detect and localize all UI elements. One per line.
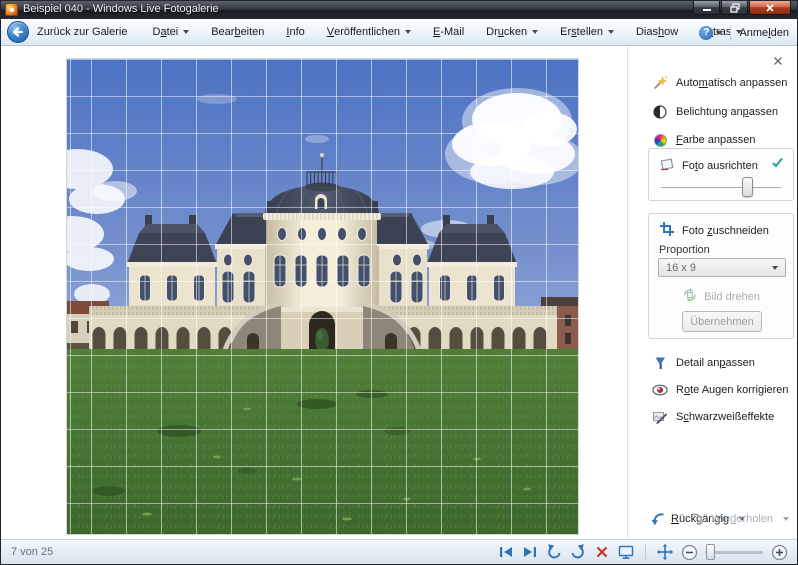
menu-erstellen[interactable]: Erstellen (549, 22, 625, 42)
rotate-counterclockwise-button[interactable] (544, 542, 564, 562)
next-icon (521, 543, 539, 561)
titlebar: Beispiel 040 - Windows Live Fotogalerie (1, 1, 797, 19)
straighten-icon (659, 156, 675, 175)
menu-datei[interactable]: Datei (141, 22, 200, 42)
zoom-in-button[interactable] (769, 542, 789, 562)
straighten-slider[interactable] (661, 187, 781, 188)
close-icon (773, 56, 783, 66)
back-button[interactable] (7, 21, 29, 43)
dropdown-caret-icon (183, 30, 189, 34)
straighten-slider-handle[interactable] (742, 177, 753, 197)
red-eye-icon (652, 382, 668, 398)
help-icon[interactable]: ? (699, 26, 713, 40)
zoom-in-icon (771, 544, 788, 561)
minimize-button[interactable] (693, 1, 720, 15)
rotate-cw-icon (569, 543, 587, 561)
divider (645, 544, 646, 560)
dropdown-caret-icon (532, 30, 538, 34)
rotate-ccw-icon (545, 543, 563, 561)
minimize-icon (702, 3, 712, 13)
fix-red-eye-button[interactable]: Rote Augen korrigieren (652, 381, 789, 399)
menu-info[interactable]: Info (275, 22, 315, 42)
redo-button[interactable]: Wiederholen (690, 511, 789, 527)
crop-photo-section: Foto zuschneiden Proportion 16 x 9 Bild … (648, 213, 794, 339)
proportion-value: 16 x 9 (666, 262, 696, 274)
previous-icon (497, 543, 515, 561)
rotate-frame-button[interactable]: Bild drehen (649, 287, 793, 306)
panel-close-button[interactable] (773, 56, 783, 66)
slideshow-icon (617, 543, 635, 561)
divider (730, 25, 731, 41)
next-photo-button[interactable] (520, 542, 540, 562)
previous-photo-button[interactable] (496, 542, 516, 562)
menu-email[interactable]: E-Mail (422, 22, 475, 42)
back-to-gallery-label[interactable]: Zurück zur Galerie (37, 26, 127, 38)
straighten-photo-section: Foto ausrichten (648, 148, 794, 201)
contrast-icon (652, 104, 668, 120)
photo-canvas[interactable] (67, 59, 578, 534)
select-caret-icon (772, 266, 778, 270)
window-title: Beispiel 040 - Windows Live Fotogalerie (23, 3, 219, 15)
auto-adjust-button[interactable]: Automatisch anpassen (652, 74, 787, 92)
magic-wand-icon (652, 75, 668, 91)
dropdown-caret-icon (608, 30, 614, 34)
help-caret-icon[interactable] (716, 31, 722, 35)
dropdown-caret-icon (405, 30, 411, 34)
back-arrow-icon (7, 21, 29, 43)
delete-x-icon (593, 543, 611, 561)
redo-caret-icon (783, 517, 789, 521)
close-button[interactable] (749, 1, 791, 15)
edit-panel: Automatisch anpassen Belichtung anpassen… (627, 46, 798, 539)
slideshow-button[interactable] (616, 542, 636, 562)
proportion-label: Proportion (659, 244, 710, 256)
app-window: Beispiel 040 - Windows Live Fotogalerie … (0, 0, 798, 565)
menu-bearbeiten[interactable]: Bearbeiten (200, 22, 275, 42)
restore-button[interactable] (721, 1, 748, 15)
zoom-slider-handle[interactable] (706, 544, 715, 560)
app-icon (5, 3, 18, 16)
color-wheel-icon (652, 132, 668, 148)
photo-counter: 7 von 25 (11, 546, 53, 558)
menubar: Zurück zur Galerie Datei Bearbeiten Info… (1, 19, 797, 46)
zoom-slider[interactable] (705, 551, 763, 554)
menu-drucken[interactable]: Drucken (475, 22, 549, 42)
menu-diashow[interactable]: Diashow (625, 22, 689, 42)
apply-crop-button[interactable]: Übernehmen (682, 311, 762, 332)
delete-button[interactable] (592, 542, 612, 562)
redo-icon (690, 511, 706, 527)
statusbar: 7 von 25 (1, 539, 797, 564)
check-icon (771, 157, 784, 171)
close-icon (765, 3, 775, 13)
detail-icon (652, 355, 668, 371)
actual-size-button[interactable] (655, 542, 675, 562)
sign-in-button[interactable]: Anmelden (739, 27, 789, 39)
bw-effects-icon (652, 409, 668, 425)
adjust-detail-button[interactable]: Detail anpassen (652, 354, 755, 372)
crop-icon (659, 221, 675, 240)
restore-icon (730, 3, 740, 13)
straighten-grid-overlay (67, 59, 578, 534)
actual-size-icon (656, 543, 674, 561)
undo-icon (650, 511, 666, 527)
rotate-clockwise-button[interactable] (568, 542, 588, 562)
menu-veroeffentlichen[interactable]: Veröffentlichen (316, 22, 422, 42)
straighten-photo-button[interactable]: Foto ausrichten (659, 156, 758, 175)
zoom-out-button[interactable] (679, 542, 699, 562)
adjust-color-button[interactable]: Farbe anpassen (652, 131, 756, 149)
zoom-out-icon (681, 544, 698, 561)
black-white-effects-button[interactable]: Schwarzweißeffekte (652, 408, 774, 426)
proportion-select[interactable]: 16 x 9 (658, 258, 786, 277)
rotate-frame-icon (682, 287, 698, 306)
crop-photo-button[interactable]: Foto zuschneiden (659, 221, 769, 240)
adjust-exposure-button[interactable]: Belichtung anpassen (652, 103, 778, 121)
